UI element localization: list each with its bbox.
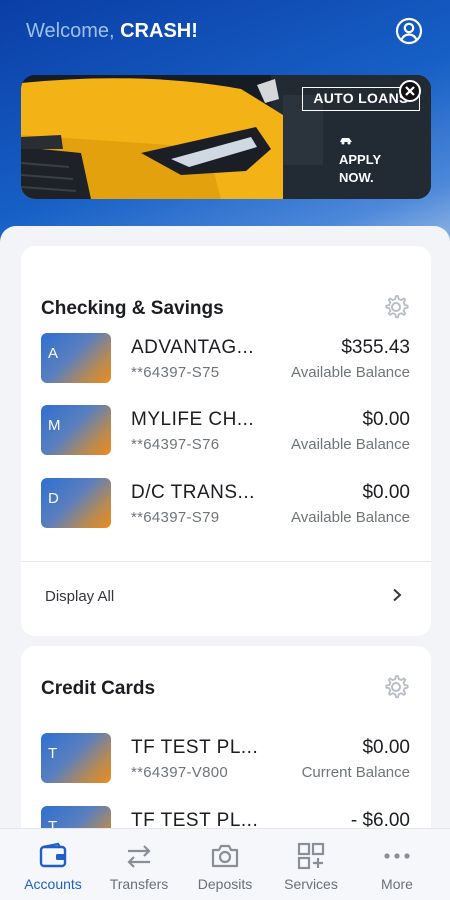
account-balance: $0.00 <box>362 482 410 503</box>
welcome-prefix: Welcome, <box>26 20 115 42</box>
balance-label: Current Balance <box>301 764 410 781</box>
account-initial: A <box>48 345 59 362</box>
checking-savings-title: Checking & Savings <box>41 298 224 319</box>
account-name: TF TEST PL... <box>131 737 259 758</box>
account-number: **64397-S76 <box>131 436 220 453</box>
grid-plus-icon <box>297 842 325 870</box>
nav-accounts[interactable]: Accounts <box>10 829 96 900</box>
nav-label: More <box>381 876 413 892</box>
gear-icon[interactable] <box>382 293 410 321</box>
profile-button[interactable] <box>394 16 424 46</box>
account-initial: M <box>48 417 61 434</box>
account-number: **64397-S79 <box>131 509 220 526</box>
display-all-link[interactable]: Display All <box>45 588 114 605</box>
more-dots-icon <box>384 853 410 859</box>
transfer-arrows-icon <box>127 845 151 868</box>
accounts-sheet: Checking & Savings A ADVANTAG... **64397… <box>0 226 450 900</box>
account-name: MYLIFE CH... <box>131 409 255 430</box>
app-header: Welcome, CRASH! <box>0 0 450 62</box>
apply-now-line1: APPLY <box>337 151 401 169</box>
account-balance: $355.43 <box>341 337 410 358</box>
account-name: D/C TRANS... <box>131 482 255 503</box>
gear-icon[interactable] <box>382 673 410 701</box>
account-tile: M <box>41 405 111 455</box>
bottom-nav: Accounts Transfers Deposits Services Mor… <box>0 828 450 900</box>
account-tile: T <box>41 733 111 783</box>
profile-icon <box>395 17 423 45</box>
account-balance: $0.00 <box>362 737 410 758</box>
account-initial: D <box>48 490 59 507</box>
account-number: **64397-V800 <box>131 764 229 781</box>
nav-label: Deposits <box>197 876 253 892</box>
car-icon <box>340 138 352 145</box>
divider <box>21 561 431 562</box>
account-row[interactable]: M MYLIFE CH... **64397-S76 $0.00 Availab… <box>21 405 431 471</box>
close-icon <box>405 86 415 96</box>
user-name: CRASH! <box>120 20 198 42</box>
banner-close-button[interactable] <box>399 80 421 102</box>
wallet-icon <box>39 842 67 868</box>
auto-loans-banner[interactable]: AUTO LOANS APPLY NOW. <box>21 75 431 199</box>
welcome-text: Welcome, CRASH! <box>26 20 198 43</box>
account-row[interactable]: A ADVANTAG... **64397-S75 $355.43 Availa… <box>21 333 431 399</box>
nav-label: Services <box>284 876 338 892</box>
account-balance: $0.00 <box>362 409 410 430</box>
nav-more[interactable]: More <box>354 829 440 900</box>
nav-transfers[interactable]: Transfers <box>96 829 182 900</box>
nav-services[interactable]: Services <box>268 829 354 900</box>
nav-deposits[interactable]: Deposits <box>182 829 268 900</box>
balance-label: Available Balance <box>291 436 410 453</box>
account-tile: A <box>41 333 111 383</box>
account-tile: D <box>41 478 111 528</box>
checking-savings-card: Checking & Savings A ADVANTAG... **64397… <box>21 246 431 636</box>
account-number: **64397-S75 <box>131 364 220 381</box>
nav-label: Accounts <box>24 876 82 892</box>
account-name: ADVANTAG... <box>131 337 255 358</box>
nav-label: Transfers <box>109 876 169 892</box>
balance-label: Available Balance <box>291 364 410 381</box>
apply-now-line2: NOW. <box>337 169 401 187</box>
camera-icon <box>211 844 239 868</box>
chevron-right-icon[interactable] <box>390 588 404 602</box>
account-initial: T <box>48 745 58 762</box>
apply-now-cta[interactable]: APPLY NOW. <box>337 151 401 187</box>
account-row[interactable]: D D/C TRANS... **64397-S79 $0.00 Availab… <box>21 478 431 544</box>
account-row[interactable]: T TF TEST PL... **64397-V800 $0.00 Curre… <box>21 733 431 799</box>
balance-label: Available Balance <box>291 509 410 526</box>
credit-cards-title: Credit Cards <box>41 678 156 699</box>
